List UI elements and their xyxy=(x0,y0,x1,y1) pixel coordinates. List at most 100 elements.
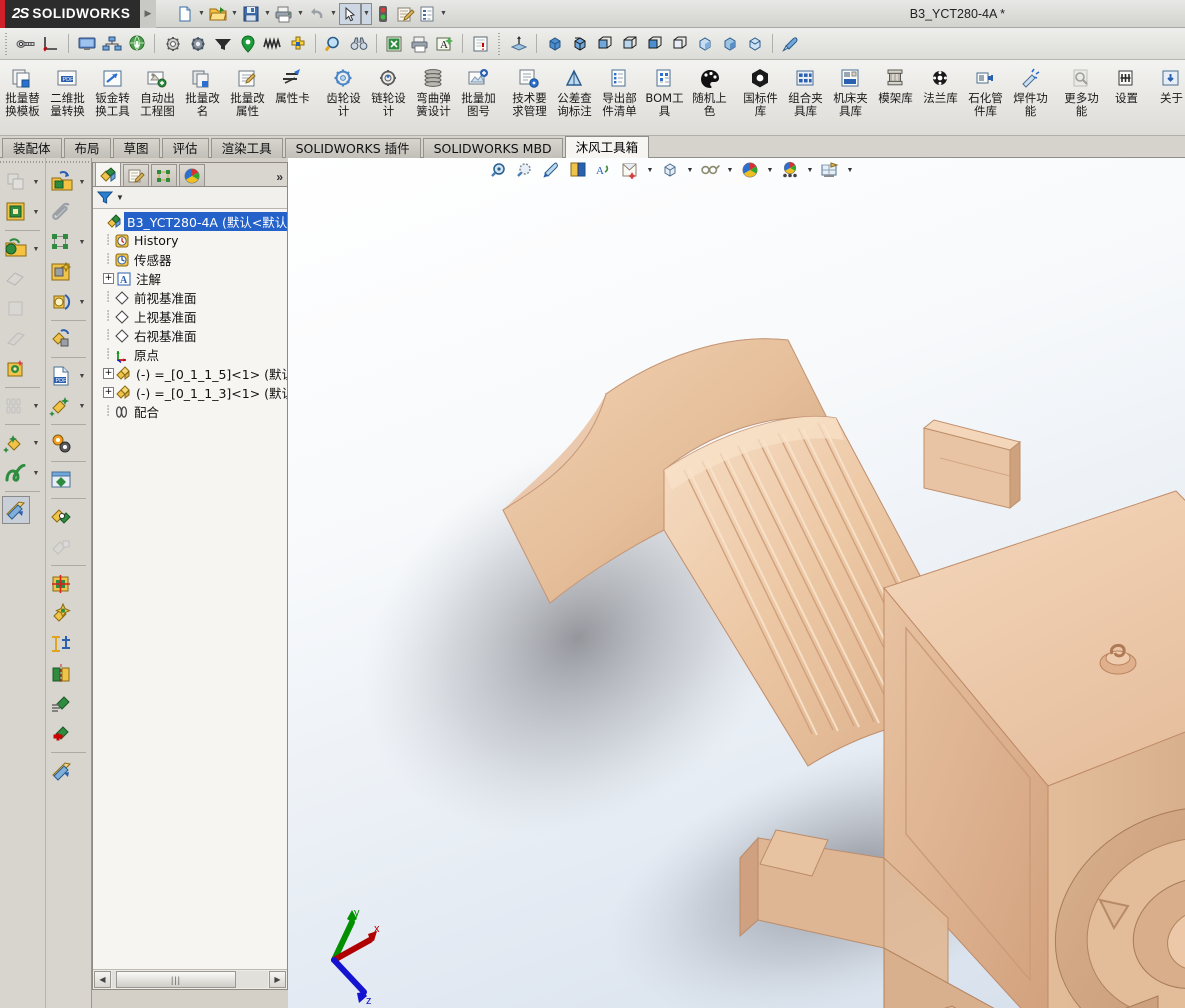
qat-save-document[interactable]: ▼ xyxy=(240,2,273,26)
ribbon-item-auto-drawing[interactable]: 自动出工程图 xyxy=(135,62,180,134)
find-binoculars-icon[interactable] xyxy=(346,31,371,56)
ribbon-item-sheetmetal[interactable]: 钣金转换工具 xyxy=(90,62,135,134)
save-document-dropdown[interactable]: ▼ xyxy=(262,3,273,25)
scroll-right-arrow[interactable]: ▶ xyxy=(269,971,286,988)
new-document-dropdown[interactable]: ▼ xyxy=(196,3,207,25)
linear-pattern-row[interactable]: ▼ xyxy=(0,167,45,197)
ribbon-item-batch-template[interactable]: 批量替换模板 xyxy=(0,62,45,134)
tree-node[interactable]: ┊ 传感器 xyxy=(95,250,287,269)
tree-filter-bar[interactable]: ▼ xyxy=(93,187,287,209)
property-manager-tab[interactable] xyxy=(123,164,149,186)
section-view-row[interactable] xyxy=(46,659,91,689)
tree-node[interactable]: + (-) =_[0_1_1_5]<1> (默认< xyxy=(95,364,287,383)
component-property-row[interactable] xyxy=(46,257,91,287)
tab-3[interactable]: 评估 xyxy=(161,138,209,158)
scroll-track[interactable]: ||| xyxy=(112,971,268,988)
ribbon-item-machine-fixture[interactable]: 机床夹具库 xyxy=(828,62,873,134)
ribbon-item-weldment[interactable]: 焊件功能 xyxy=(1008,62,1053,134)
interference-icon[interactable] xyxy=(48,503,76,531)
tab-0[interactable]: 装配体 xyxy=(2,138,62,158)
ribbon-item-property-card[interactable]: 属性卡 xyxy=(270,62,315,134)
rebuild-icon[interactable] xyxy=(372,3,394,25)
sensor-star-icon[interactable] xyxy=(48,600,76,628)
ribbon-item-tech-requirement[interactable]: 技术要求管理 xyxy=(507,62,552,134)
tree-expander[interactable]: + xyxy=(103,368,114,379)
qat-open-document[interactable]: ▼ xyxy=(207,2,240,26)
tree-horizontal-scrollbar[interactable]: ◀ ||| ▶ xyxy=(93,969,287,989)
gears-motion-icon[interactable] xyxy=(48,429,76,457)
ribbon-item-batch-property[interactable]: 批量改属性 xyxy=(225,62,270,134)
view-shaded-2-icon[interactable] xyxy=(717,31,742,56)
tree-expander[interactable]: + xyxy=(103,387,114,398)
menu-expand-arrow[interactable]: ▶ xyxy=(140,0,156,28)
assembly-xpert-row[interactable] xyxy=(46,569,91,599)
ribbon-item-batch-drawing-number[interactable]: 批量加图号 xyxy=(456,62,501,134)
shade-grey-icon[interactable] xyxy=(2,325,30,353)
component-property-icon[interactable] xyxy=(48,258,76,286)
excel-export-icon[interactable] xyxy=(382,31,407,56)
align-dimension-icon[interactable] xyxy=(48,630,76,658)
smart-component-icon[interactable] xyxy=(2,429,30,457)
ribbon-item-bom-tool[interactable]: BOM工具 xyxy=(642,62,687,134)
paperclip-row[interactable] xyxy=(46,197,91,227)
tree-node[interactable]: ┊ 原点 xyxy=(95,345,287,364)
section-view-icon[interactable] xyxy=(48,660,76,688)
exploded-view-icon[interactable] xyxy=(2,496,30,524)
exploded-view-row-2[interactable] xyxy=(46,756,91,786)
print-document-dropdown[interactable]: ▼ xyxy=(295,3,306,25)
exploded-view-icon[interactable] xyxy=(48,757,76,785)
tab-4[interactable]: 渲染工具 xyxy=(210,138,283,158)
smart-mate-row[interactable]: ▼ xyxy=(46,391,91,421)
open-document-dropdown[interactable]: ▼ xyxy=(229,3,240,25)
location-pin-icon[interactable] xyxy=(235,31,260,56)
toolbar-grip[interactable] xyxy=(3,32,10,55)
gear-settings-icon[interactable] xyxy=(160,31,185,56)
tab-7[interactable]: 沐风工具箱 xyxy=(564,136,650,158)
ribbon-item-gear-design[interactable]: 齿轮设计 xyxy=(321,62,366,134)
view-shaded-3-icon[interactable] xyxy=(742,31,767,56)
tree-flatten-dropdown[interactable]: ▼ xyxy=(76,239,88,246)
bolt-row-icon[interactable] xyxy=(2,392,30,420)
scroll-thumb[interactable]: ||| xyxy=(116,971,236,988)
tab-1[interactable]: 布局 xyxy=(63,138,111,158)
configuration-manager-tab[interactable] xyxy=(151,164,177,186)
undo-dropdown[interactable]: ▼ xyxy=(328,3,339,25)
add-part-icon[interactable] xyxy=(48,720,76,748)
pdf-export-row[interactable]: PDF ▼ xyxy=(46,361,91,391)
select-tool-dropdown[interactable]: ▼ xyxy=(361,2,372,25)
tree-node[interactable]: ┊ 前视基准面 xyxy=(95,288,287,307)
rotate-component-row[interactable]: ▼ xyxy=(46,287,91,317)
linear-pattern-icon[interactable] xyxy=(2,168,30,196)
exploded-view-row[interactable] xyxy=(0,495,45,525)
ribbon-item-sprocket-design[interactable]: 链轮设计 xyxy=(366,62,411,134)
tree-node[interactable]: ┊ History xyxy=(95,231,287,250)
open-part-icon[interactable] xyxy=(48,168,76,196)
model-render[interactable]: y x z xyxy=(288,158,1185,1008)
bolt-row-dropdown[interactable]: ▼ xyxy=(30,403,42,410)
feature-manager-tab[interactable] xyxy=(95,162,121,186)
qat-new-document[interactable]: ▼ xyxy=(174,2,207,26)
ribbon-item-about[interactable]: 关于 xyxy=(1149,62,1185,134)
insert-component-dropdown[interactable]: ▼ xyxy=(30,246,42,253)
block-grey-icon[interactable] xyxy=(2,295,30,323)
more-tabs-button[interactable]: » xyxy=(276,170,283,184)
qat-options[interactable]: ▼ xyxy=(416,2,449,26)
qat-undo[interactable]: ▼ xyxy=(306,2,339,26)
mate-row[interactable] xyxy=(46,324,91,354)
graphics-viewport[interactable]: A ▼ ▼ ▼ ▼ ▼ ▼ y x z xyxy=(288,158,1185,1008)
vtoolbar-grip[interactable] xyxy=(0,158,45,167)
bom-list-icon[interactable] xyxy=(48,690,76,718)
clearance-verify-icon[interactable] xyxy=(48,533,76,561)
scroll-left-arrow[interactable]: ◀ xyxy=(94,971,111,988)
appearance-brush-icon[interactable] xyxy=(778,31,803,56)
smart-component-row[interactable]: ▼ xyxy=(0,428,45,458)
filter-dropdown-arrow[interactable]: ▼ xyxy=(116,193,124,202)
view-iso-1-icon[interactable] xyxy=(542,31,567,56)
smart-fastener-icon[interactable] xyxy=(2,355,30,383)
qat-file-properties[interactable] xyxy=(394,2,416,26)
tree-node[interactable]: + A 注解 xyxy=(95,269,287,288)
open-part-dropdown[interactable]: ▼ xyxy=(76,179,88,186)
ribbon-item-flange-library[interactable]: 法兰库 xyxy=(918,62,963,134)
insert-component-row[interactable]: ▼ xyxy=(0,234,45,264)
view-iso-6-icon[interactable] xyxy=(667,31,692,56)
